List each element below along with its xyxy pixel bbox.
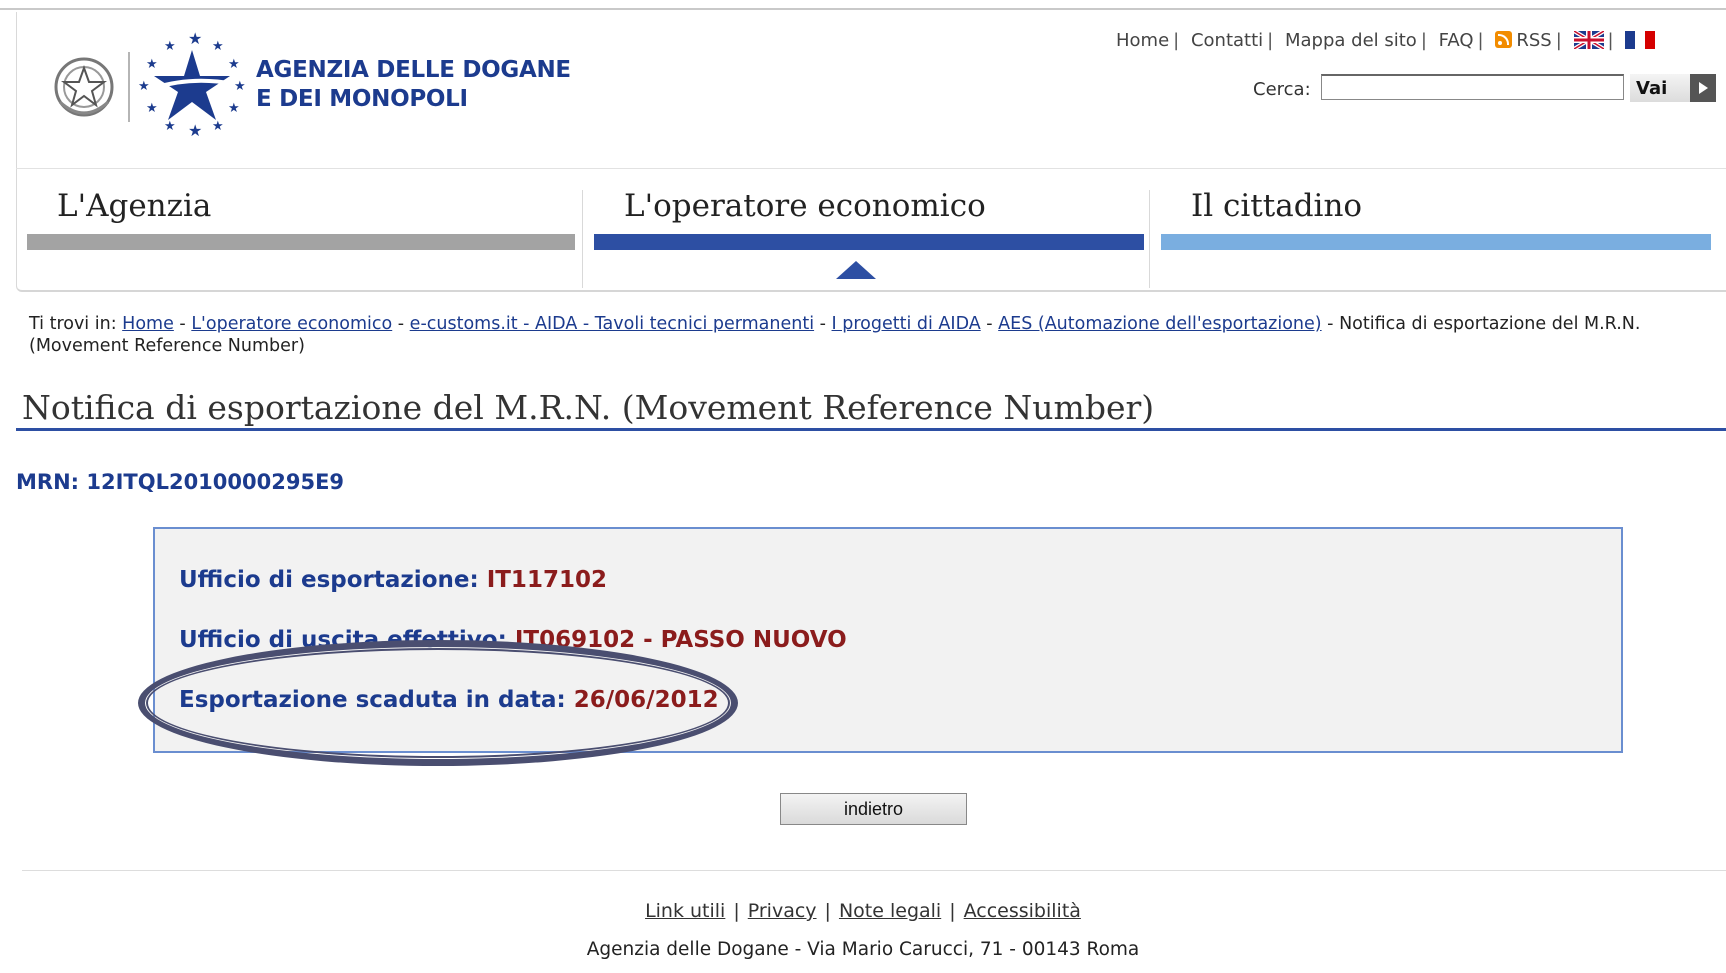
svg-text:★: ★ [138,79,150,94]
breadcrumb-ecustoms-aida[interactable]: e-customs.it - AIDA - Tavoli tecnici per… [410,314,814,334]
svg-text:★: ★ [228,101,240,116]
expiry-date-value: 26/06/2012 [573,687,719,713]
breadcrumb-aes[interactable]: AES (Automazione dell'esportazione) [998,314,1321,334]
republic-emblem-icon [54,57,114,117]
svg-text:★: ★ [212,119,224,134]
back-button[interactable]: indietro [780,793,967,825]
nav-tab-operatore-economico[interactable]: L'operatore economico [594,188,1144,258]
exit-office-field: Ufficio di uscita effettivo: IT069102 - … [179,627,847,653]
svg-text:★: ★ [212,39,224,54]
logo-line-1: AGENZIA DELLE DOGANE [256,57,571,83]
expiry-date-label: Esportazione scaduta in data: [179,687,566,713]
utility-links: Home | Contatti | Mappa del sito | FAQ | RSS… [1116,30,1726,51]
search-label: Cerca: [1253,79,1311,100]
french-flag-icon[interactable] [1625,31,1656,49]
breadcrumb: Ti trovi in: Home - L'operatore economic… [29,314,1641,356]
nav-divider [582,190,583,288]
nav-tab-cittadino-bar [1161,234,1711,250]
rss-icon[interactable] [1495,31,1513,48]
faq-link[interactable]: FAQ [1439,30,1474,51]
mrn-heading: MRN: 12ITQL2010000295E9 [16,470,344,494]
sitemap-link[interactable]: Mappa del sito [1285,30,1417,51]
contatti-link[interactable]: Contatti [1191,30,1263,51]
agency-logo-text[interactable]: AGENZIA DELLE DOGANE E DEI MONOPOLI [256,56,571,114]
svg-text:★: ★ [234,79,246,94]
nav-tab-cittadino[interactable]: Il cittadino [1161,188,1711,258]
export-office-field: Ufficio di esportazione: IT117102 [179,567,607,593]
svg-text:★: ★ [228,57,240,72]
footer-address: Agenzia delle Dogane - Via Mario Carucci… [586,939,1140,960]
nav-tab-agenzia-label: L'Agenzia [57,188,212,224]
title-underline [16,428,1726,431]
footer-links: Link utili | Privacy | Note legali | Accessibi… [645,900,1081,922]
svg-text:★: ★ [146,101,158,116]
footer-link-privacy[interactable]: Privacy [748,900,817,922]
logo-divider [128,52,130,122]
export-office-value: IT117102 [486,567,607,593]
active-tab-indicator-icon [836,261,876,279]
nav-tab-operatore-bar [594,234,1144,250]
header-divider [16,168,1726,169]
expiry-date-field: Esportazione scaduta in data: 26/06/2012 [179,687,719,713]
footer-divider [22,870,1726,871]
page-title: Notifica di esportazione del M.R.N. (Mov… [22,388,1155,427]
export-office-label: Ufficio di esportazione: [179,567,479,593]
exit-office-label: Ufficio di uscita effettivo: [179,627,507,653]
agency-star-logo-icon: ★ ★ ★ ★ ★ ★ ★ ★ ★ ★ ★ ★ [138,29,246,138]
mrn-value: 12ITQL2010000295E9 [86,470,345,494]
breadcrumb-prefix: Ti trovi in: [29,314,117,334]
nav-tab-operatore-label: L'operatore economico [624,188,986,224]
logo-line-2: E DEI MONOPOLI [256,86,468,112]
nav-tab-cittadino-label: Il cittadino [1191,188,1363,224]
uk-flag-icon[interactable] [1573,31,1604,49]
nav-divider [1149,190,1150,288]
home-link[interactable]: Home [1116,30,1169,51]
top-border [0,8,1726,10]
arrow-right-icon [1690,74,1716,102]
nav-tab-agenzia[interactable]: L'Agenzia [27,188,575,258]
search-input[interactable] [1321,74,1624,100]
rss-link[interactable]: RSS [1516,30,1551,51]
search-submit-button[interactable]: Vai [1630,74,1716,102]
breadcrumb-progetti-aida[interactable]: I progetti di AIDA [832,314,981,334]
breadcrumb-home[interactable]: Home [122,314,174,334]
svg-text:★: ★ [164,119,176,134]
svg-text:★: ★ [188,121,202,138]
svg-text:★: ★ [146,57,158,72]
footer-link-note-legali[interactable]: Note legali [839,900,941,922]
breadcrumb-operatore-economico[interactable]: L'operatore economico [191,314,392,334]
svg-text:★: ★ [164,39,176,54]
mrn-label: MRN: [16,470,80,494]
search-submit-label: Vai [1636,77,1668,99]
exit-office-value: IT069102 - PASSO NUOVO [514,627,847,653]
footer-link-accessibilita[interactable]: Accessibilità [964,900,1081,922]
svg-text:★: ★ [188,29,202,48]
nav-tab-agenzia-bar [27,234,575,250]
export-details-panel: Ufficio di esportazione: IT117102 Uffici… [153,527,1623,753]
footer-link-utili[interactable]: Link utili [645,900,725,922]
